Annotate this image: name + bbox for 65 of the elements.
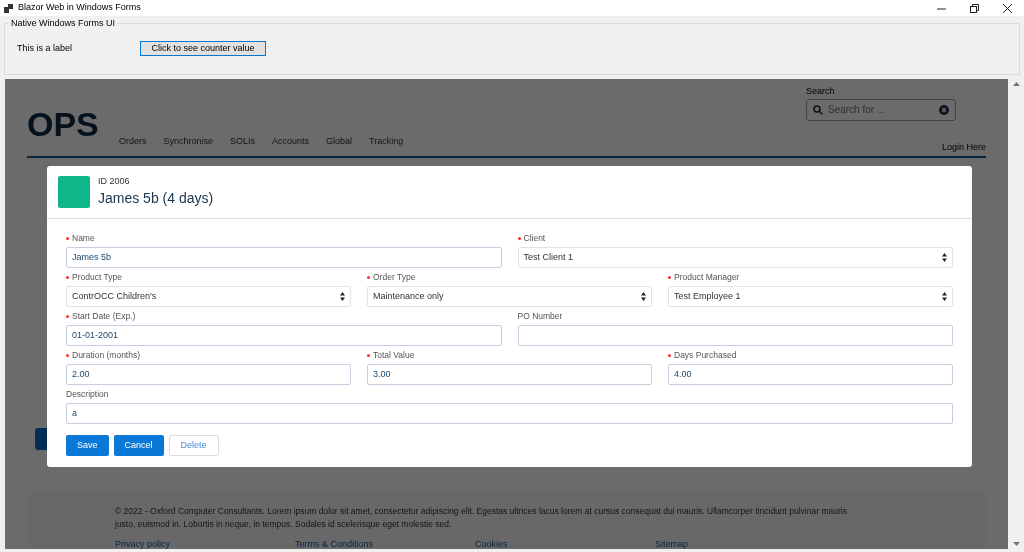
required-marker xyxy=(668,276,671,279)
nav-link[interactable]: Orders xyxy=(119,134,147,148)
dropdown[interactable]: Maintenance only xyxy=(367,286,652,307)
action-button[interactable]: Cancel xyxy=(113,435,164,456)
required-marker xyxy=(367,354,370,357)
input-field[interactable]: James 5b xyxy=(66,247,502,268)
field-label: Client xyxy=(523,232,546,245)
logo: OPS xyxy=(27,104,100,145)
required-marker xyxy=(66,237,69,240)
nav-link[interactable]: Synchronise xyxy=(163,134,214,148)
nav-link[interactable]: Global xyxy=(326,134,353,148)
footer-link[interactable]: Privacy policy xyxy=(115,538,295,549)
clear-icon[interactable] xyxy=(939,104,949,115)
search-label: Search xyxy=(806,85,836,98)
nav-link[interactable]: SOLIs xyxy=(230,134,256,148)
required-marker xyxy=(367,276,370,279)
counter-button[interactable]: Click to see counter value xyxy=(140,41,266,56)
field-label: PO Number xyxy=(517,310,563,323)
dropdown[interactable]: ContrOCC Children's xyxy=(66,286,351,307)
app-icon xyxy=(4,3,13,13)
input-field[interactable]: 2.00 xyxy=(66,364,351,385)
field-label: Days Purchased xyxy=(674,349,737,362)
input-field[interactable]: 4.00 xyxy=(668,364,953,385)
login-link[interactable]: Login Here xyxy=(941,140,986,154)
search-icon xyxy=(813,104,823,115)
dropdown[interactable]: Test Client 1 xyxy=(517,247,953,268)
dialog-title: James 5b (4 days) xyxy=(98,189,214,209)
scroll-down-icon[interactable] xyxy=(1012,542,1020,546)
close-icon xyxy=(1003,3,1012,13)
footer-link[interactable]: Cookies xyxy=(475,538,655,549)
nav-link[interactable]: Tracking xyxy=(369,134,404,148)
window-title: Blazor Web in Windows Forms xyxy=(18,1,141,15)
required-marker xyxy=(66,354,69,357)
input-field[interactable]: 01-01-2001 xyxy=(66,325,502,346)
required-marker xyxy=(668,354,671,357)
required-marker xyxy=(66,315,69,318)
field-label: Start Date (Exp.) xyxy=(72,310,136,323)
action-button[interactable]: Delete xyxy=(168,435,219,456)
field-label: Duration (months) xyxy=(72,349,141,362)
field-label: Name xyxy=(72,232,95,245)
maximize-icon xyxy=(970,3,979,13)
search-field[interactable]: Search for ... xyxy=(806,98,956,121)
spinner-icon xyxy=(641,292,646,301)
spinner-icon xyxy=(942,253,947,262)
footer-link[interactable]: Sitemap xyxy=(655,538,835,549)
input-field[interactable]: 3.00 xyxy=(367,364,652,385)
label-text: This is a label xyxy=(17,41,74,55)
action-button[interactable]: Save xyxy=(66,435,109,456)
field-label: Order Type xyxy=(373,271,416,284)
dropdown[interactable]: Test Employee 1 xyxy=(668,286,953,307)
record-id: ID 2006 xyxy=(98,174,131,188)
required-marker xyxy=(517,237,521,240)
scroll-up-icon[interactable] xyxy=(1012,82,1020,86)
field-label: Description xyxy=(66,388,109,401)
spinner-icon xyxy=(340,292,345,301)
footer-link[interactable]: Terms & Conditions xyxy=(295,538,475,549)
field-label: Total Value xyxy=(373,349,415,362)
spinner-icon xyxy=(942,292,947,301)
required-marker xyxy=(66,276,69,279)
field-label: Product Type xyxy=(72,271,122,284)
nav-link[interactable]: Accounts xyxy=(272,134,310,148)
field-label: Product Manager xyxy=(674,271,740,284)
input-field[interactable]: a xyxy=(66,403,953,424)
search-input[interactable]: Search for ... xyxy=(828,102,934,117)
input-field[interactable] xyxy=(517,325,953,346)
